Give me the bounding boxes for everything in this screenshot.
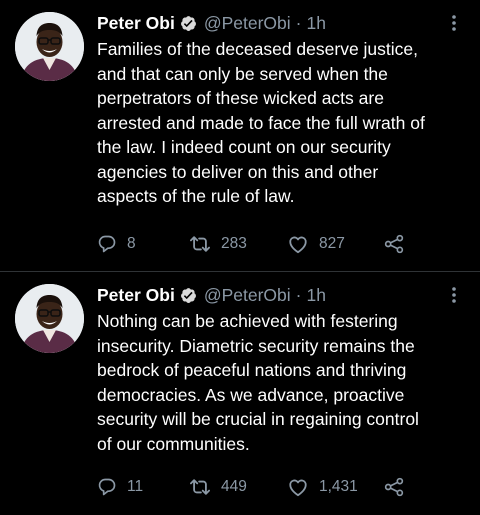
like-button[interactable]: 827 xyxy=(287,232,345,256)
timestamp[interactable]: 1h xyxy=(306,13,325,34)
reply-button[interactable]: 11 xyxy=(97,475,143,499)
tweet[interactable]: Peter Obi @PeterObi · 1h Nothing can be … xyxy=(0,272,480,515)
retweet-icon xyxy=(189,477,211,497)
author-name[interactable]: Peter Obi xyxy=(97,13,175,34)
tweet-actions: 8 283 827 xyxy=(97,232,480,256)
verified-badge-icon xyxy=(180,287,197,304)
tweet-header: Peter Obi @PeterObi · 1h xyxy=(97,284,440,306)
heart-icon xyxy=(287,234,309,254)
like-count: 1,431 xyxy=(319,478,358,495)
like-count: 827 xyxy=(319,235,345,252)
share-button[interactable] xyxy=(384,475,404,499)
separator-dot: · xyxy=(295,284,302,305)
more-options-icon[interactable] xyxy=(446,286,462,304)
reply-icon xyxy=(97,234,117,254)
avatar[interactable] xyxy=(15,284,84,353)
retweet-icon xyxy=(189,234,211,254)
reply-count: 8 xyxy=(127,235,136,252)
tweet-text: Nothing can be achieved with festering i… xyxy=(97,311,419,454)
tweet-header: Peter Obi @PeterObi · 1h xyxy=(97,12,440,34)
retweet-button[interactable]: 449 xyxy=(189,475,247,499)
heart-icon xyxy=(287,477,309,497)
reply-icon xyxy=(97,477,117,497)
share-icon xyxy=(384,234,404,254)
author-name[interactable]: Peter Obi xyxy=(97,285,175,306)
avatar[interactable] xyxy=(15,12,84,81)
retweet-count: 449 xyxy=(221,478,247,495)
like-button[interactable]: 1,431 xyxy=(287,475,358,499)
share-icon xyxy=(384,477,404,497)
more-options-icon[interactable] xyxy=(446,14,462,32)
author-handle[interactable]: @PeterObi xyxy=(204,13,291,34)
tweet-actions: 11 449 1,431 xyxy=(97,475,480,499)
tweet-text: Families of the deceased deserve justice… xyxy=(97,39,425,206)
separator-dot: · xyxy=(295,12,302,33)
retweet-button[interactable]: 283 xyxy=(189,232,247,256)
reply-count: 11 xyxy=(127,478,144,495)
timestamp[interactable]: 1h xyxy=(306,285,325,306)
verified-badge-icon xyxy=(180,15,197,32)
share-button[interactable] xyxy=(384,232,404,256)
tweet[interactable]: Peter Obi @PeterObi · 1h Families of the… xyxy=(0,0,480,272)
author-handle[interactable]: @PeterObi xyxy=(204,285,291,306)
retweet-count: 283 xyxy=(221,235,247,252)
reply-button[interactable]: 8 xyxy=(97,232,136,256)
